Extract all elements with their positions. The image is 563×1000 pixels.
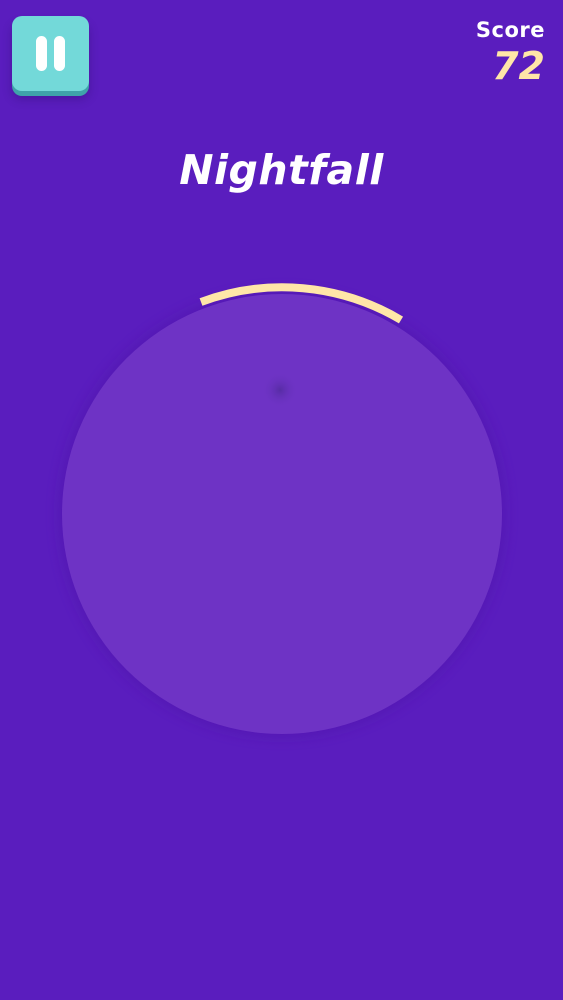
game-arena[interactable] xyxy=(0,0,563,1000)
planet[interactable] xyxy=(62,294,502,734)
planet-dimple xyxy=(262,372,298,408)
